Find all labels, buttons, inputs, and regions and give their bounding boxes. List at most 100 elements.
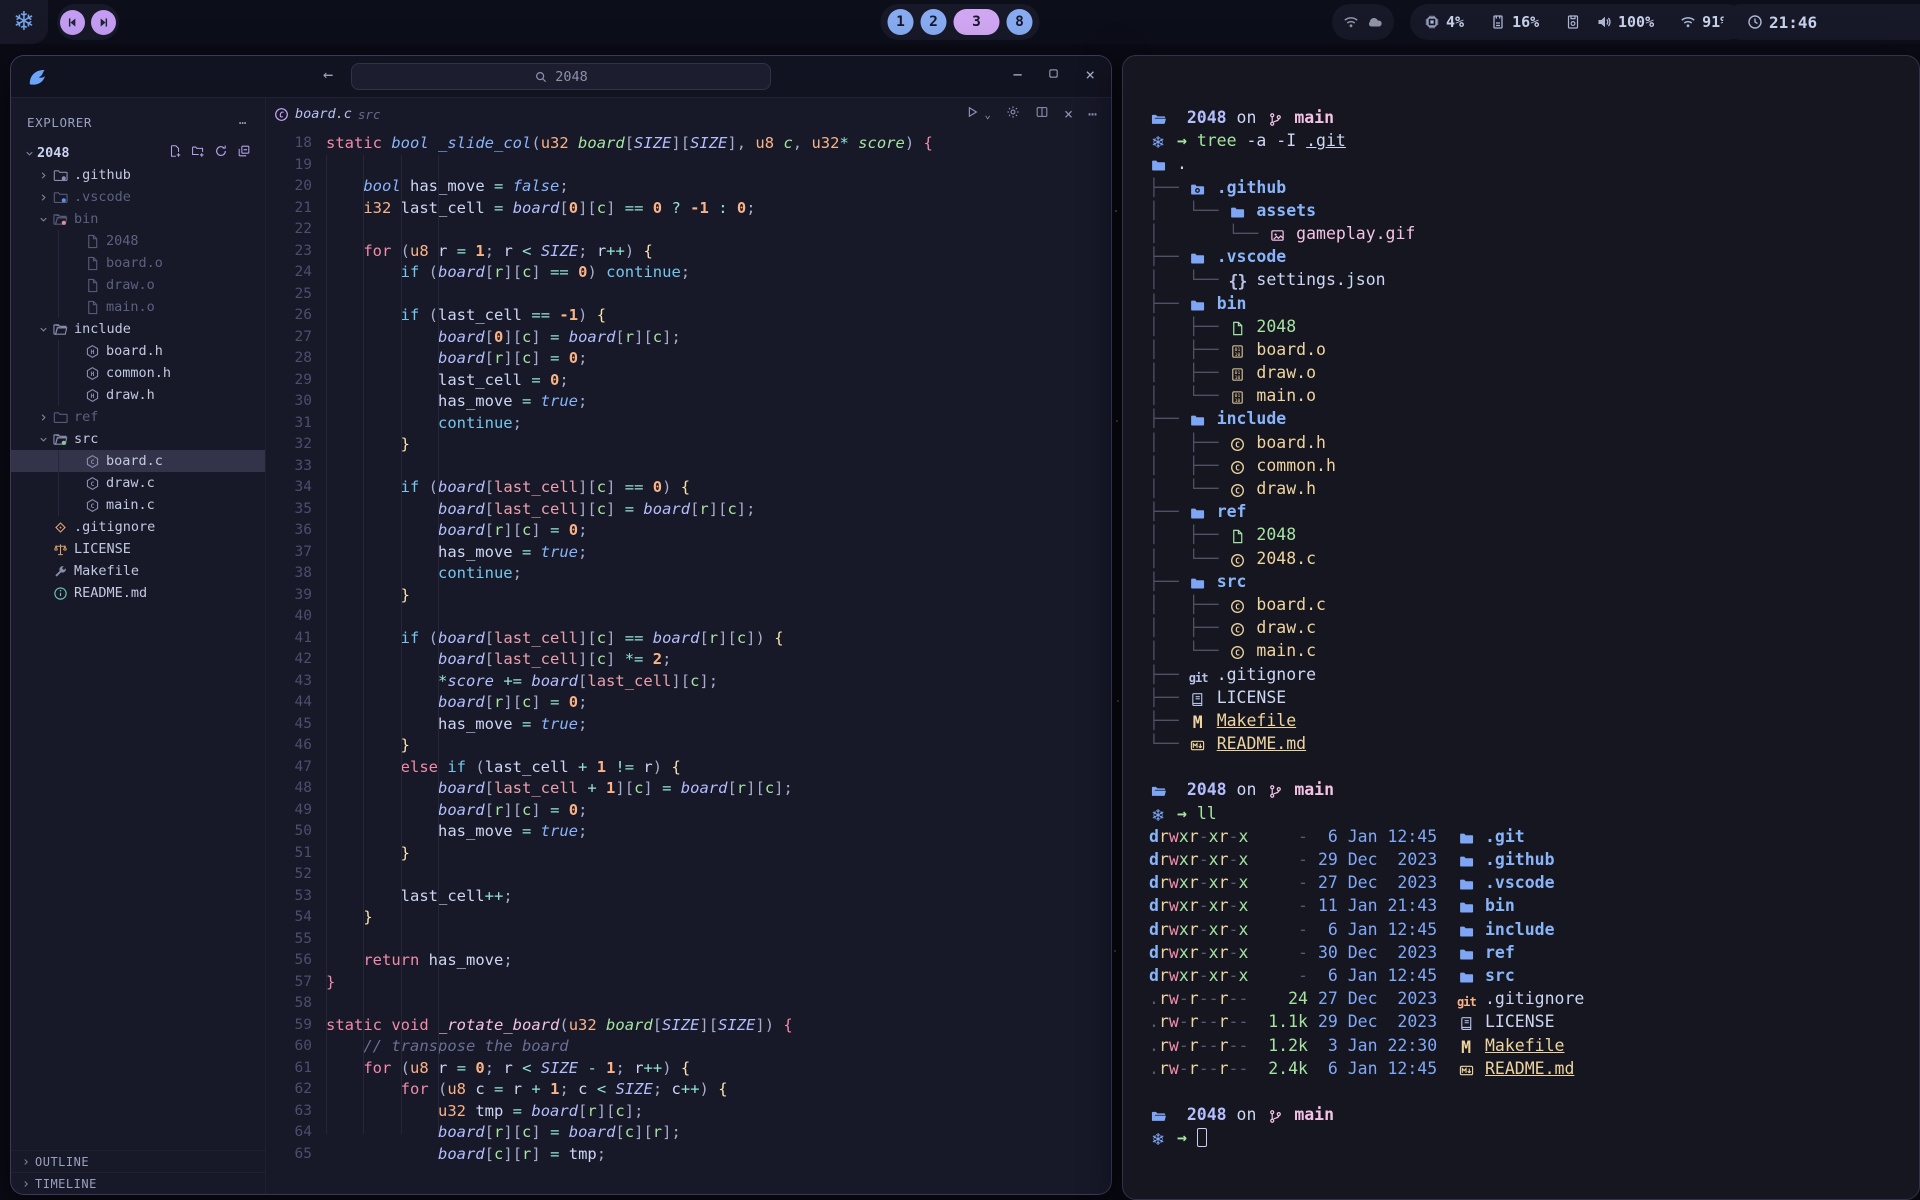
close-editor-icon[interactable]: × [1064,105,1073,123]
sidebar-item-vscode[interactable]: .vscode [11,186,265,208]
terminal-text: ├── [1149,247,1189,266]
folder-o-open-icon [51,322,70,337]
file-listing: - [1229,943,1239,962]
collapse-all-icon[interactable] [237,144,251,162]
sidebar-item-gitignore[interactable]: .gitignore [11,516,265,538]
file-listing: - [1199,827,1209,846]
sidebar-item-Makefile[interactable]: Makefile [11,560,265,582]
terminal-text [1167,780,1187,799]
code-line-47: 47 else if (last_cell + 1 != r) { [266,757,1111,779]
sidebar-item-bin[interactable]: bin [11,208,265,230]
clock[interactable]: 21:46 [1723,4,1920,40]
audio-network-status[interactable]: 100% 91% [1582,4,1745,40]
sidebar-item-include[interactable]: include [11,318,265,340]
media-prev-button[interactable] [60,10,85,35]
tab-board-c[interactable]: C board.c src [274,106,380,122]
new-folder-icon[interactable] [191,144,205,162]
sidebar-item-drawo[interactable]: draw.o [11,274,265,296]
file-listing [1475,1012,1485,1031]
terminal-text: ll [1197,804,1217,823]
bin-icon: 0110 [1228,340,1246,363]
close-button[interactable]: × [1085,65,1095,84]
file-listing: r [1219,920,1229,939]
refresh-icon[interactable] [214,144,228,162]
file-listing: r [1219,989,1229,1008]
file-listing: r [1189,943,1199,962]
outline-section[interactable]: OUTLINE [11,1150,265,1172]
file-listing: r [1159,1059,1169,1078]
file-listing [1248,943,1268,962]
file-listing: w [1169,827,1179,846]
file-listing: - [1229,1036,1239,1055]
sidebar-item-maino[interactable]: main.o [11,296,265,318]
more-actions-icon[interactable]: ⋯ [1088,105,1097,123]
run-dropdown-icon[interactable]: ⌄ [984,108,991,121]
media-next-button[interactable] [91,10,116,35]
sidebar-item-commonh[interactable]: Hcommon.h [11,362,265,384]
editor-titlebar[interactable]: ←→ 2048 − × [11,56,1111,98]
sidebar-item-label: board.o [106,255,163,271]
sidebar-item-2048[interactable]: 2048 [11,142,265,164]
sidebar-item-boardo[interactable]: board.o [11,252,265,274]
terminal-text: main.c [1256,641,1316,660]
terminal-text [1284,108,1294,127]
line-number: 19 [266,155,312,177]
maximize-button[interactable] [1047,65,1060,84]
timeline-section[interactable]: TIMELINE [11,1172,265,1194]
workspace-1[interactable]: 1 [888,9,914,35]
terminal-line: .rw-r--r-- 1.1k 29 Dec 2023 LICENSE [1149,1010,1919,1033]
terminal-line: ❄ → ll [1149,802,1919,825]
svg-text:C: C [1235,486,1240,495]
file-listing: - [1229,896,1239,915]
code-line-65: 65 board[c][r] = tmp; [266,1144,1111,1166]
minimize-button[interactable]: − [1013,65,1023,84]
terminal-window[interactable]: 2048 on main❄ → tree -a -I .git .├── .gi… [1122,55,1920,1200]
media-controls [57,4,119,40]
sidebar-item-github[interactable]: .github [11,164,265,186]
workspace-2[interactable]: 2 [921,9,947,35]
back-arrow-icon[interactable]: ← [323,65,333,85]
sidebar-item-LICENSE[interactable]: LICENSE [11,538,265,560]
workspace-3-active[interactable]: 3 [954,9,1000,35]
sidebar-item-ref[interactable]: ref [11,406,265,428]
settings-gear-icon[interactable] [1006,105,1020,123]
code-editor[interactable]: 18static bool _slide_col(u32 board[SIZE]… [266,130,1111,1194]
sidebar-item-2048[interactable]: 2048 [11,230,265,252]
terminal-text: ├── [1149,502,1189,521]
split-editor-icon[interactable] [1035,105,1049,123]
network-indicators[interactable] [1332,4,1394,40]
terminal-line: . [1149,152,1919,175]
file-listing: 27 Dec 2023 [1318,989,1437,1008]
file-listing: x [1238,966,1248,985]
sidebar-item-READMEmd[interactable]: README.md [11,582,265,604]
file-listing: r [1189,989,1199,1008]
file-listing: r [1189,873,1199,892]
terminal-line: │ ├── 2048 [1149,315,1919,338]
sidebar-item-drawc[interactable]: Cdraw.c [11,472,265,494]
explorer-more-icon[interactable]: ⋯ [239,115,247,130]
code-line-49: 49 board[r][c] = 0; [266,800,1111,822]
file-listing [1475,920,1485,939]
file-listing: r [1219,827,1229,846]
sidebar-item-drawh[interactable]: Hdraw.h [11,384,265,406]
sidebar-item-src[interactable]: src [11,428,265,450]
terminal-line: .rw-r--r-- 2.4k 6 Jan 12:45 README.md [1149,1057,1919,1080]
folder-icon [1189,294,1207,317]
code-line-63: 63 u32 tmp = board[r][c]; [266,1101,1111,1123]
file-listing: - [1199,943,1209,962]
run-button[interactable] [965,105,979,123]
fileo-icon [83,300,102,315]
sidebar-item-mainc[interactable]: Cmain.c [11,494,265,516]
nix-launcher-button[interactable]: ❄ [0,0,48,44]
new-file-icon[interactable] [168,144,182,162]
line-number: 30 [266,391,312,413]
terminal-text: .gitignore [1217,665,1316,684]
sidebar-item-boardc[interactable]: Cboard.c [11,450,265,472]
sidebar-item-boardh[interactable]: Hboard.h [11,340,265,362]
workspace-8[interactable]: 8 [1007,9,1033,35]
file-listing: x [1209,943,1219,962]
svg-text:H: H [91,392,95,400]
line-number: 49 [266,800,312,822]
command-search-input[interactable]: 2048 [351,63,771,90]
file-listing [1308,1059,1318,1078]
